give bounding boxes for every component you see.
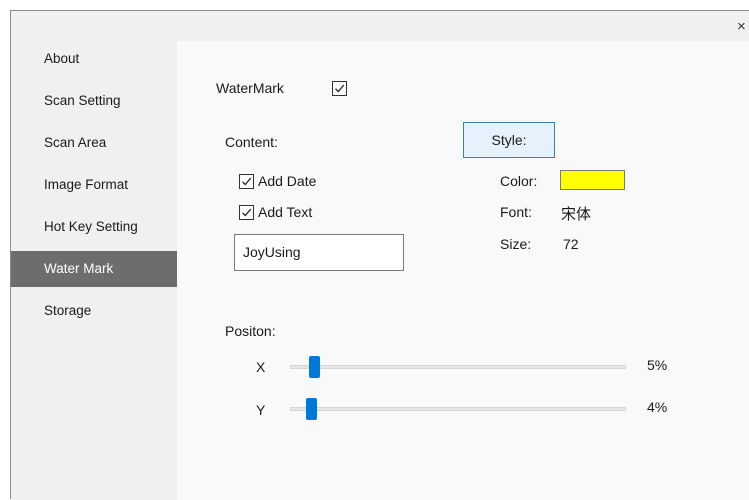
y-slider-label: Y bbox=[256, 402, 266, 418]
x-slider-thumb[interactable] bbox=[308, 356, 320, 378]
sidebar-item-water-mark[interactable]: Water Mark bbox=[11, 251, 177, 287]
add-text-checkbox[interactable] bbox=[239, 205, 254, 220]
x-slider-value: 5% bbox=[647, 357, 668, 373]
font-label: Font: bbox=[500, 204, 532, 220]
y-slider-thumb[interactable] bbox=[305, 398, 317, 420]
watermark-text-input[interactable]: JoyUsing bbox=[234, 234, 404, 271]
size-value: 72 bbox=[563, 236, 579, 252]
add-text-label: Add Text bbox=[258, 204, 313, 220]
color-swatch[interactable] bbox=[560, 170, 625, 190]
checkmark-icon bbox=[242, 177, 252, 186]
x-slider-track[interactable] bbox=[290, 365, 626, 369]
color-label: Color: bbox=[500, 173, 538, 189]
add-date-label: Add Date bbox=[258, 173, 317, 189]
sidebar-item-image-format[interactable]: Image Format bbox=[11, 167, 177, 203]
watermark-panel: WaterMark Content: Add Date Add Text Joy… bbox=[177, 41, 749, 500]
sidebar: About Scan Setting Scan Area Image Forma… bbox=[11, 41, 177, 500]
y-slider-track[interactable] bbox=[290, 407, 626, 411]
settings-window: × About Scan Setting Scan Area Image For… bbox=[10, 10, 749, 500]
position-label: Positon: bbox=[225, 323, 276, 339]
checkmark-icon bbox=[335, 84, 345, 93]
content-label: Content: bbox=[225, 134, 278, 150]
watermark-checkbox[interactable] bbox=[332, 81, 347, 96]
sidebar-item-scan-setting[interactable]: Scan Setting bbox=[11, 83, 177, 119]
sidebar-item-hot-key-setting[interactable]: Hot Key Setting bbox=[11, 209, 177, 245]
watermark-label: WaterMark bbox=[216, 80, 284, 96]
add-date-checkbox[interactable] bbox=[239, 174, 254, 189]
checkmark-icon bbox=[242, 208, 252, 217]
close-icon[interactable]: × bbox=[737, 15, 749, 39]
size-label: Size: bbox=[500, 236, 532, 252]
sidebar-item-storage[interactable]: Storage bbox=[11, 293, 177, 329]
x-slider-label: X bbox=[256, 359, 266, 375]
y-slider-value: 4% bbox=[647, 399, 668, 415]
font-value: 宋体 bbox=[561, 206, 592, 223]
sidebar-item-scan-area[interactable]: Scan Area bbox=[11, 125, 177, 161]
sidebar-item-about[interactable]: About bbox=[11, 41, 177, 77]
style-button[interactable]: Style: bbox=[463, 122, 555, 158]
